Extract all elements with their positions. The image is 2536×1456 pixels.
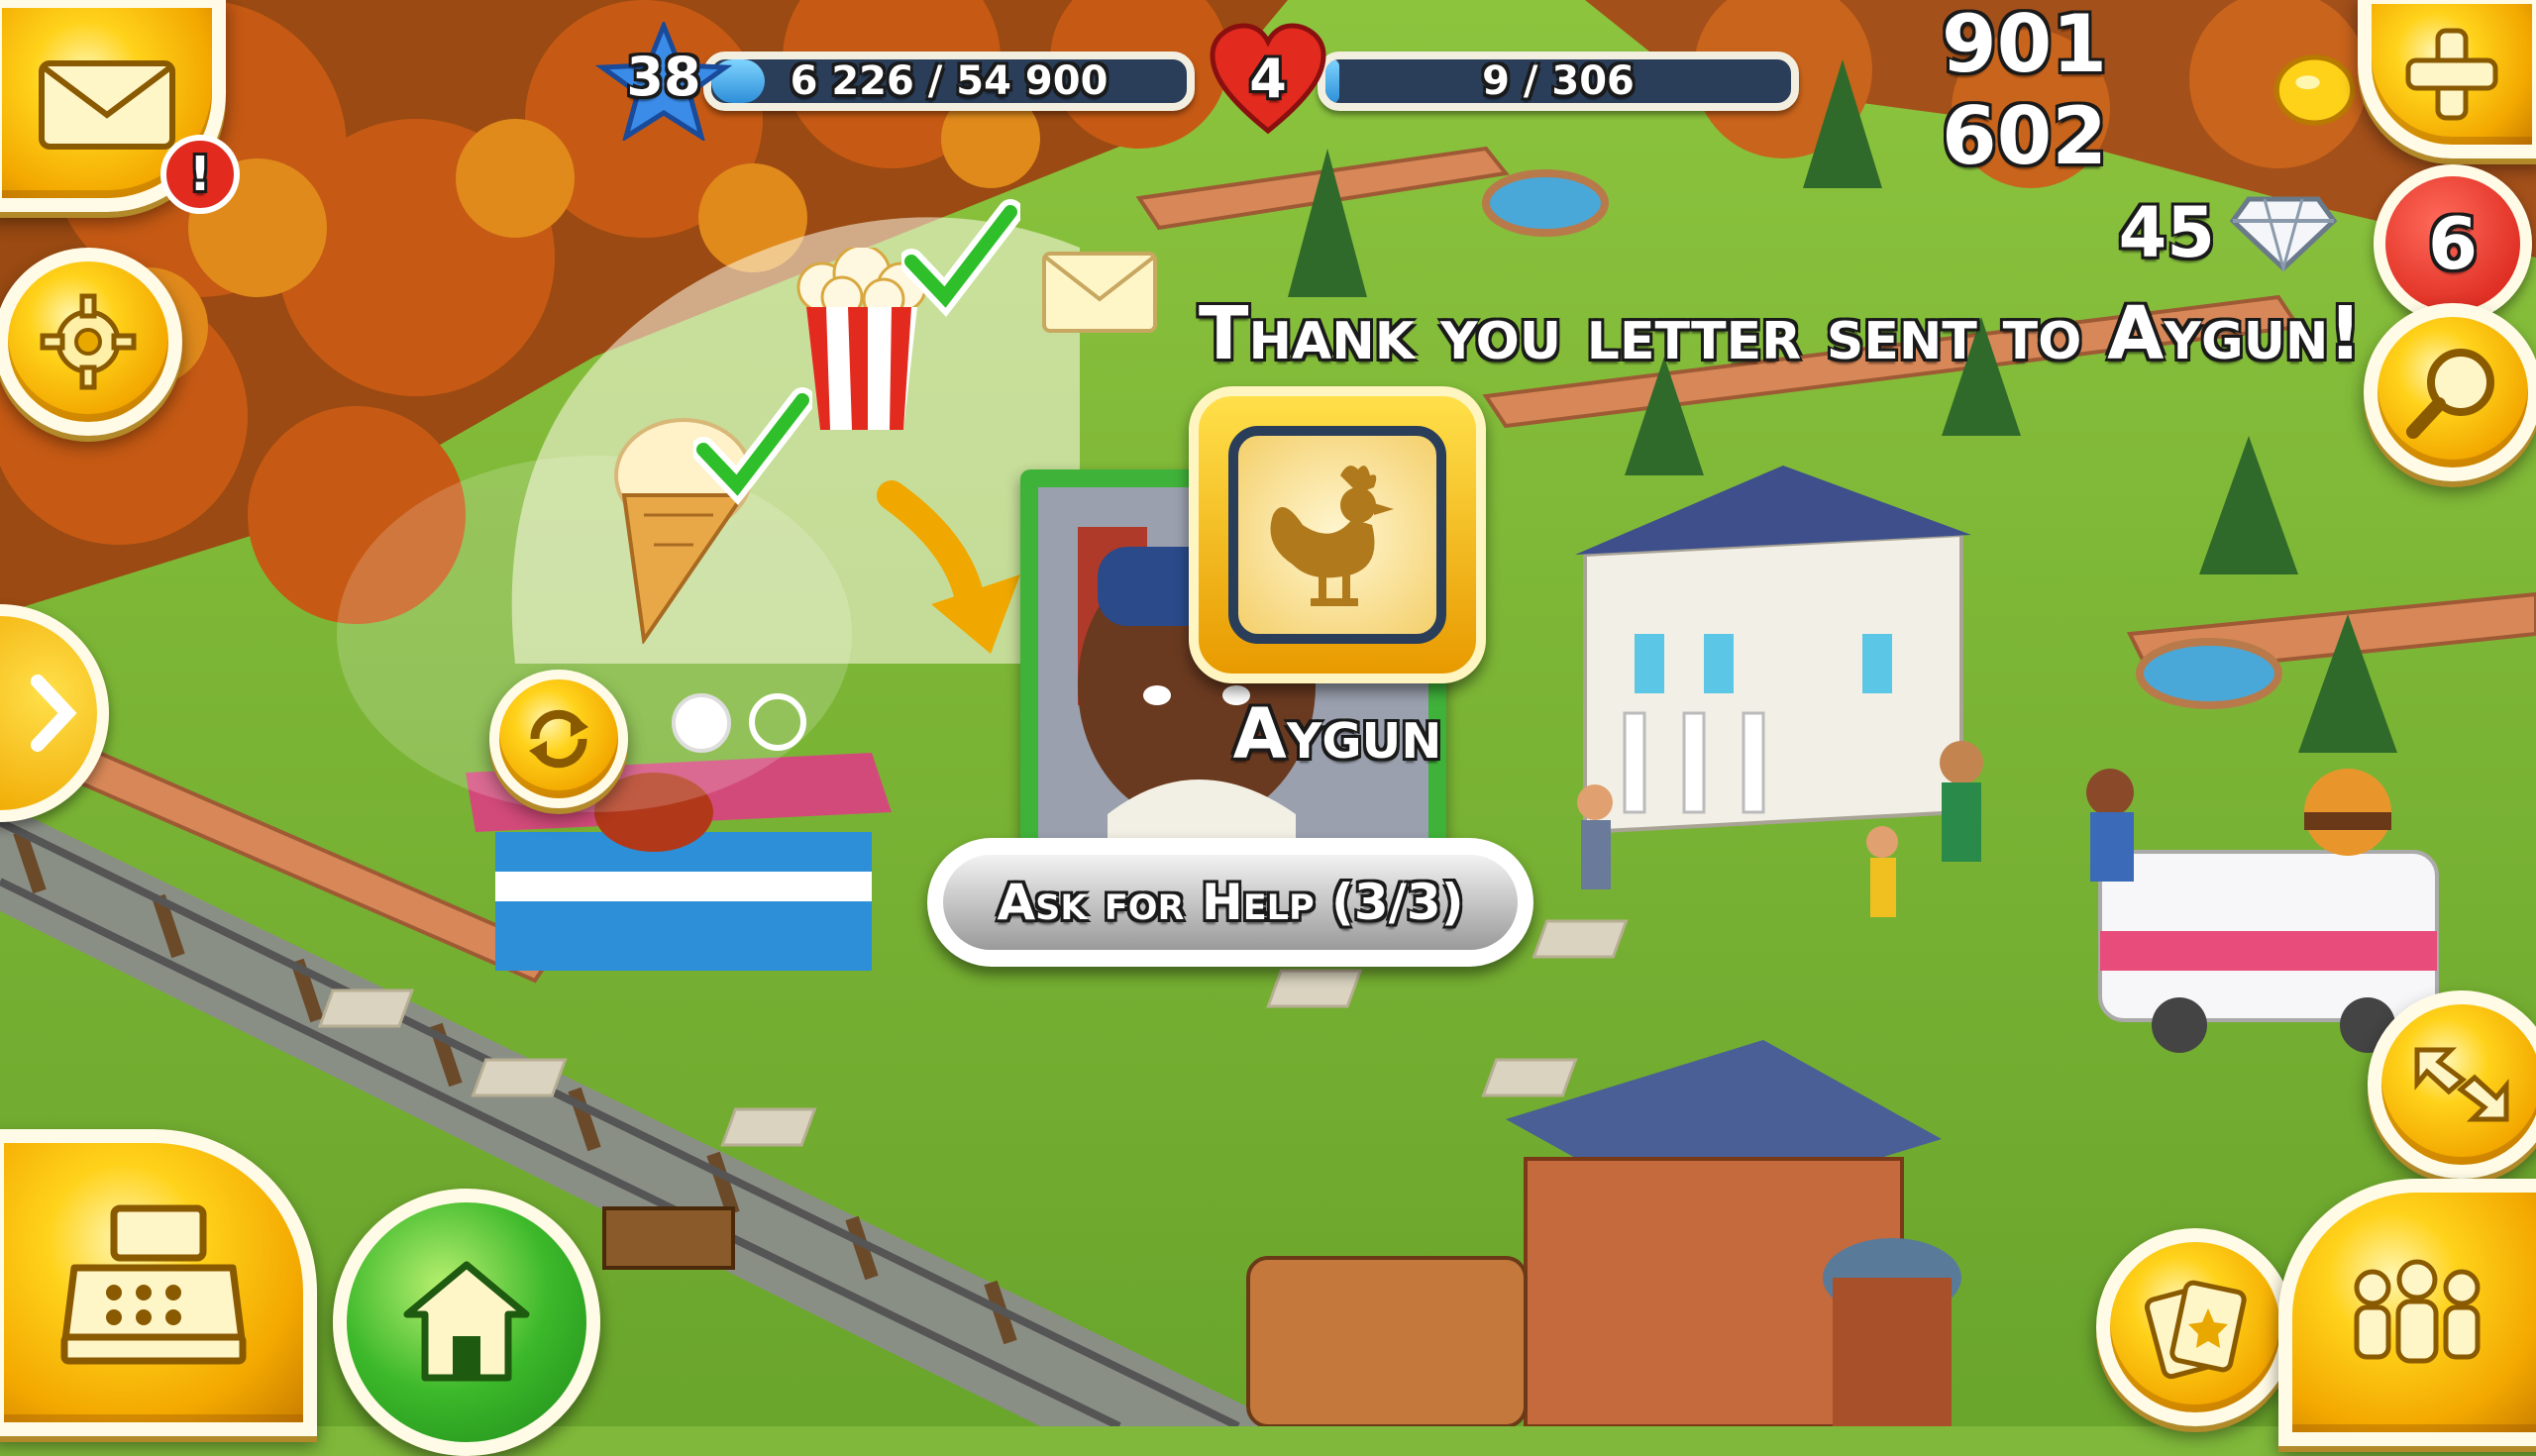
visitor-badge-inner bbox=[1228, 426, 1446, 644]
settings-button[interactable] bbox=[0, 248, 182, 436]
level-star: 38 bbox=[594, 19, 733, 143]
magnifier-icon bbox=[2406, 349, 2494, 439]
diamond-counter: 45 bbox=[2080, 178, 2338, 287]
cards-button[interactable] bbox=[2096, 1228, 2294, 1426]
envelope-icon bbox=[39, 60, 175, 150]
page-dot bbox=[749, 693, 806, 751]
reputation-text: 9 / 306 bbox=[1482, 58, 1635, 104]
mail-alert-badge: ! bbox=[160, 135, 240, 214]
visitor-name: Aygun bbox=[1232, 693, 1442, 775]
page-dot-active bbox=[672, 693, 731, 753]
ask-for-help-button[interactable]: Ask for Help (3/3) bbox=[927, 838, 1533, 967]
toast-message: Thank you letter sent to Aygun! bbox=[1199, 291, 2363, 376]
chevron-right-icon bbox=[31, 675, 77, 752]
reputation-bar: 9 / 306 bbox=[1318, 52, 1799, 111]
refresh-icon bbox=[529, 709, 588, 769]
check-icon bbox=[693, 387, 812, 505]
check-icon bbox=[901, 199, 1020, 317]
friends-icon bbox=[2354, 1259, 2481, 1364]
xp-bar: 6 226 / 54 900 bbox=[703, 52, 1195, 111]
ask-for-help-inner: Ask for Help (3/3) bbox=[943, 855, 1518, 950]
coin-counter: 901 602 bbox=[1942, 0, 2358, 182]
house-icon bbox=[403, 1261, 530, 1382]
notification-badge[interactable]: 6 bbox=[2374, 164, 2532, 323]
rooster-icon bbox=[1270, 466, 1394, 606]
home-button[interactable] bbox=[333, 1189, 600, 1456]
search-button[interactable] bbox=[2364, 303, 2536, 481]
reputation-heart: 4 bbox=[1209, 22, 1327, 141]
xp-text: 6 226 / 54 900 bbox=[790, 58, 1109, 104]
refresh-button[interactable] bbox=[489, 670, 628, 808]
expand-arrows-icon bbox=[2414, 1047, 2509, 1122]
diamond-icon bbox=[2229, 196, 2338, 272]
plus-icon bbox=[2405, 28, 2498, 121]
envelope-icon bbox=[1042, 252, 1157, 333]
cards-icon bbox=[2144, 1280, 2247, 1380]
cash-register-icon bbox=[60, 1204, 247, 1365]
coin-icon bbox=[2273, 54, 2356, 126]
gear-icon bbox=[40, 293, 137, 390]
visitor-badge bbox=[1189, 386, 1486, 683]
